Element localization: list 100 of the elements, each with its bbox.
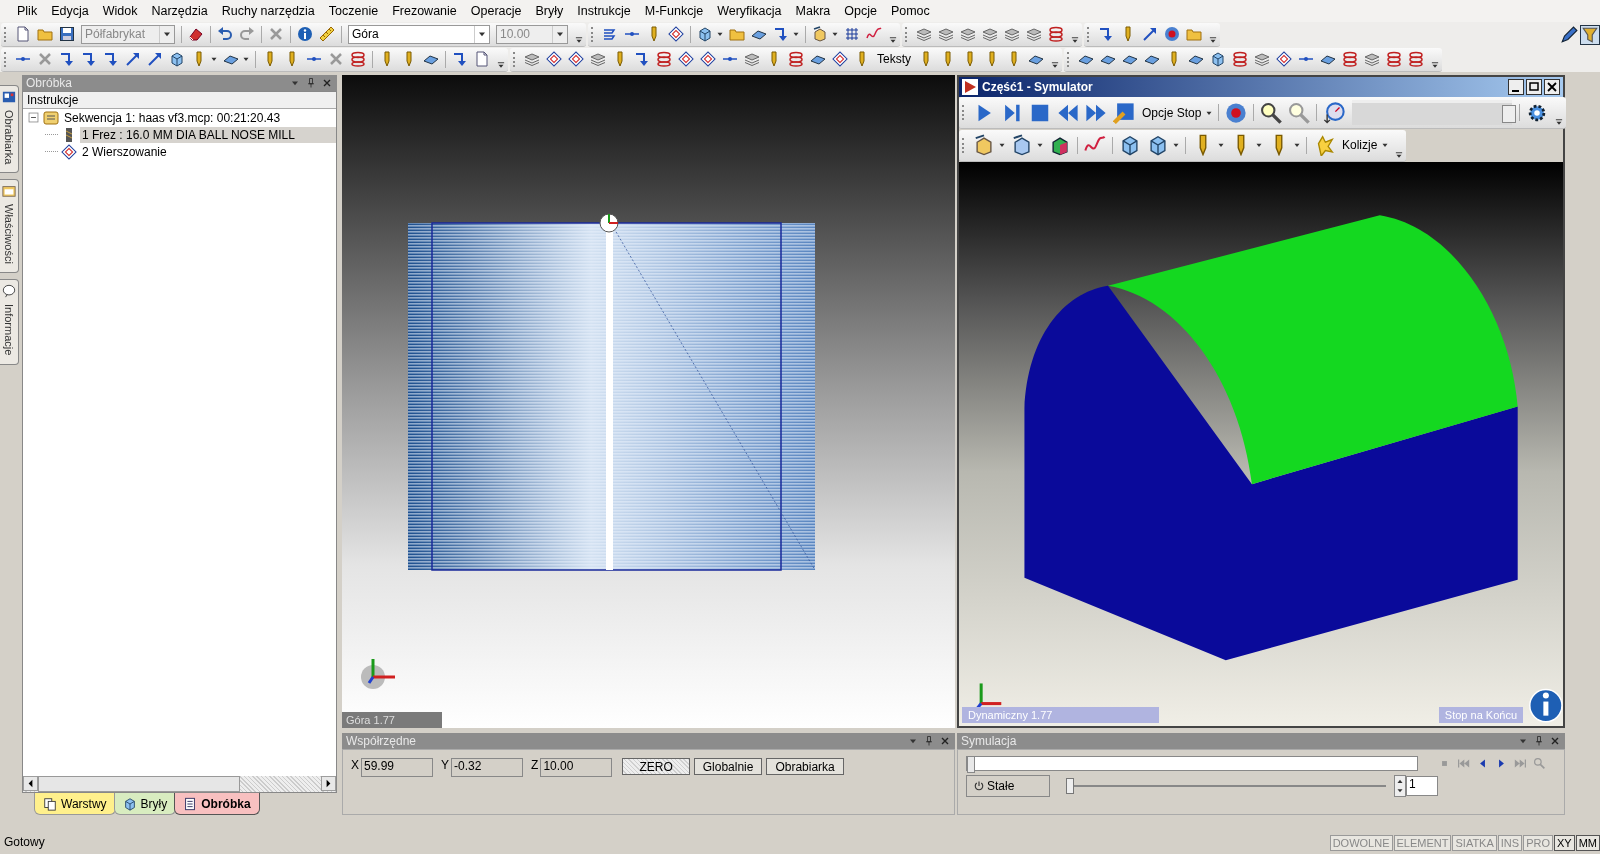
collisions-button[interactable]: Kolizje xyxy=(1338,138,1382,153)
diamond-icon[interactable] xyxy=(832,51,848,67)
folder-icon[interactable] xyxy=(37,26,53,42)
diamond-icon[interactable] xyxy=(678,51,694,67)
stop-options-button[interactable]: Opcje Stop xyxy=(1138,105,1206,120)
layers-icon[interactable] xyxy=(916,26,932,42)
layers-icon[interactable] xyxy=(938,26,954,42)
arrow-icon[interactable] xyxy=(1098,26,1114,42)
rings-icon[interactable] xyxy=(788,51,804,67)
layers-icon[interactable] xyxy=(1254,51,1270,67)
side-tab[interactable]: Właściwości xyxy=(0,179,19,274)
dropdown[interactable]: Góra xyxy=(348,24,490,44)
eraser-icon[interactable] xyxy=(188,26,204,42)
rings-icon[interactable] xyxy=(350,51,366,67)
cross-icon[interactable] xyxy=(37,51,53,67)
cube-icon[interactable] xyxy=(1210,51,1226,67)
document-icon[interactable] xyxy=(474,51,490,67)
cube-icon[interactable] xyxy=(169,51,185,67)
panel-tab[interactable]: Warstwy xyxy=(34,793,116,815)
spinner-buttons[interactable] xyxy=(1394,775,1406,797)
cross-icon[interactable] xyxy=(268,26,284,42)
overflow-icon[interactable] xyxy=(1554,116,1565,127)
menu-item[interactable]: Frezowanie xyxy=(385,4,464,18)
pin-icon[interactable] xyxy=(1533,735,1545,747)
diamond-icon[interactable] xyxy=(700,51,716,67)
slider-thumb[interactable] xyxy=(1501,105,1516,124)
rings-icon[interactable] xyxy=(1232,51,1248,67)
funnel-icon[interactable] xyxy=(1580,24,1600,45)
rings-icon[interactable] xyxy=(656,51,672,67)
arrow-icon[interactable] xyxy=(59,51,75,67)
cross-icon[interactable] xyxy=(328,51,344,67)
collapse-icon[interactable] xyxy=(27,111,40,124)
record-icon[interactable] xyxy=(1164,26,1180,42)
coordinate-mode-button[interactable]: Globalnie xyxy=(693,758,763,775)
arrow-icon[interactable] xyxy=(103,51,119,67)
horizontal-scrollbar[interactable] xyxy=(23,776,336,792)
diamond-icon[interactable] xyxy=(668,26,684,42)
constant-speed-button[interactable]: Stałe xyxy=(966,775,1050,797)
coordinate-field[interactable]: 59.99 xyxy=(361,758,433,777)
box-icon[interactable] xyxy=(973,134,995,157)
diagonal-arrow-icon[interactable] xyxy=(1142,26,1158,42)
diamond-icon[interactable] xyxy=(1276,51,1292,67)
pin-icon[interactable] xyxy=(305,77,317,89)
box-icon[interactable] xyxy=(1011,134,1033,157)
info-icon[interactable] xyxy=(297,26,313,42)
menu-item[interactable]: Opcje xyxy=(837,4,884,18)
layers-icon[interactable] xyxy=(744,51,760,67)
save-icon[interactable] xyxy=(59,26,75,42)
panel-tab[interactable]: Bryły xyxy=(113,793,177,815)
layers-icon[interactable] xyxy=(1004,26,1020,42)
layers-icon[interactable] xyxy=(524,51,540,67)
menu-item[interactable]: Toczenie xyxy=(321,4,386,18)
document-icon[interactable] xyxy=(15,26,31,42)
minimize-icon[interactable] xyxy=(1508,78,1524,95)
folder-icon[interactable] xyxy=(1186,26,1202,42)
maximize-icon[interactable] xyxy=(1526,78,1542,95)
menu-item[interactable]: Makra xyxy=(788,4,838,18)
menu-item[interactable]: Plik xyxy=(10,4,45,18)
wrench-icon[interactable] xyxy=(1113,101,1135,124)
menu-item[interactable]: Weryfikacja xyxy=(710,4,789,18)
menu-item[interactable]: Edycja xyxy=(44,4,96,18)
grid-icon[interactable] xyxy=(844,26,860,42)
coordinate-mode-button[interactable]: Obrabiarka xyxy=(766,758,844,775)
menu-item[interactable]: Narzędzia xyxy=(144,4,215,18)
side-tab[interactable]: Obrabiarka xyxy=(0,85,19,174)
scroll-left-icon[interactable] xyxy=(23,776,38,791)
coordinate-field[interactable]: -0.32 xyxy=(451,758,524,777)
layers-icon[interactable] xyxy=(590,51,606,67)
layers-icon[interactable] xyxy=(960,26,976,42)
scroll-right-icon[interactable] xyxy=(321,776,336,791)
diamond-icon[interactable] xyxy=(568,51,584,67)
arrow-icon[interactable] xyxy=(634,51,650,67)
progress-thumb[interactable] xyxy=(967,756,975,773)
panel-tab[interactable]: Obróbka xyxy=(174,793,260,815)
coordinate-field[interactable]: 10.00 xyxy=(540,758,613,777)
cube-icon[interactable] xyxy=(1119,134,1141,157)
menu-item[interactable]: Instrukcje xyxy=(570,4,638,18)
gauge-icon[interactable] xyxy=(1323,101,1346,124)
close-icon[interactable] xyxy=(1544,78,1560,95)
box-icon[interactable] xyxy=(812,26,828,42)
rings-icon[interactable] xyxy=(1408,51,1424,67)
step-field[interactable]: 1 xyxy=(1406,776,1438,796)
layers-icon[interactable] xyxy=(1026,26,1042,42)
undo-icon[interactable] xyxy=(217,26,233,42)
tree-item[interactable]: 1 Frez : 16.0 MM DIA BALL NOSE MILL xyxy=(80,126,336,143)
slider-thumb[interactable] xyxy=(1066,778,1074,794)
cube-icon[interactable] xyxy=(697,26,713,42)
rings-icon[interactable] xyxy=(1386,51,1402,67)
arrow-icon[interactable] xyxy=(773,26,789,42)
redo-icon[interactable] xyxy=(239,26,255,42)
scrollbar-thumb[interactable] xyxy=(38,776,240,792)
diagonal-arrow-icon[interactable] xyxy=(125,51,141,67)
side-tab[interactable]: Informacje xyxy=(0,279,19,365)
layers-icon[interactable] xyxy=(1364,51,1380,67)
arrow-icon[interactable] xyxy=(452,51,468,67)
menu-item[interactable]: M-Funkcje xyxy=(637,4,711,18)
menu-item[interactable]: Ruchy narzędzia xyxy=(214,4,322,18)
menu-item[interactable]: Bryły xyxy=(528,4,571,18)
coordinate-mode-button[interactable]: ZERO xyxy=(622,758,690,775)
column-header[interactable]: Instrukcje xyxy=(23,92,336,109)
